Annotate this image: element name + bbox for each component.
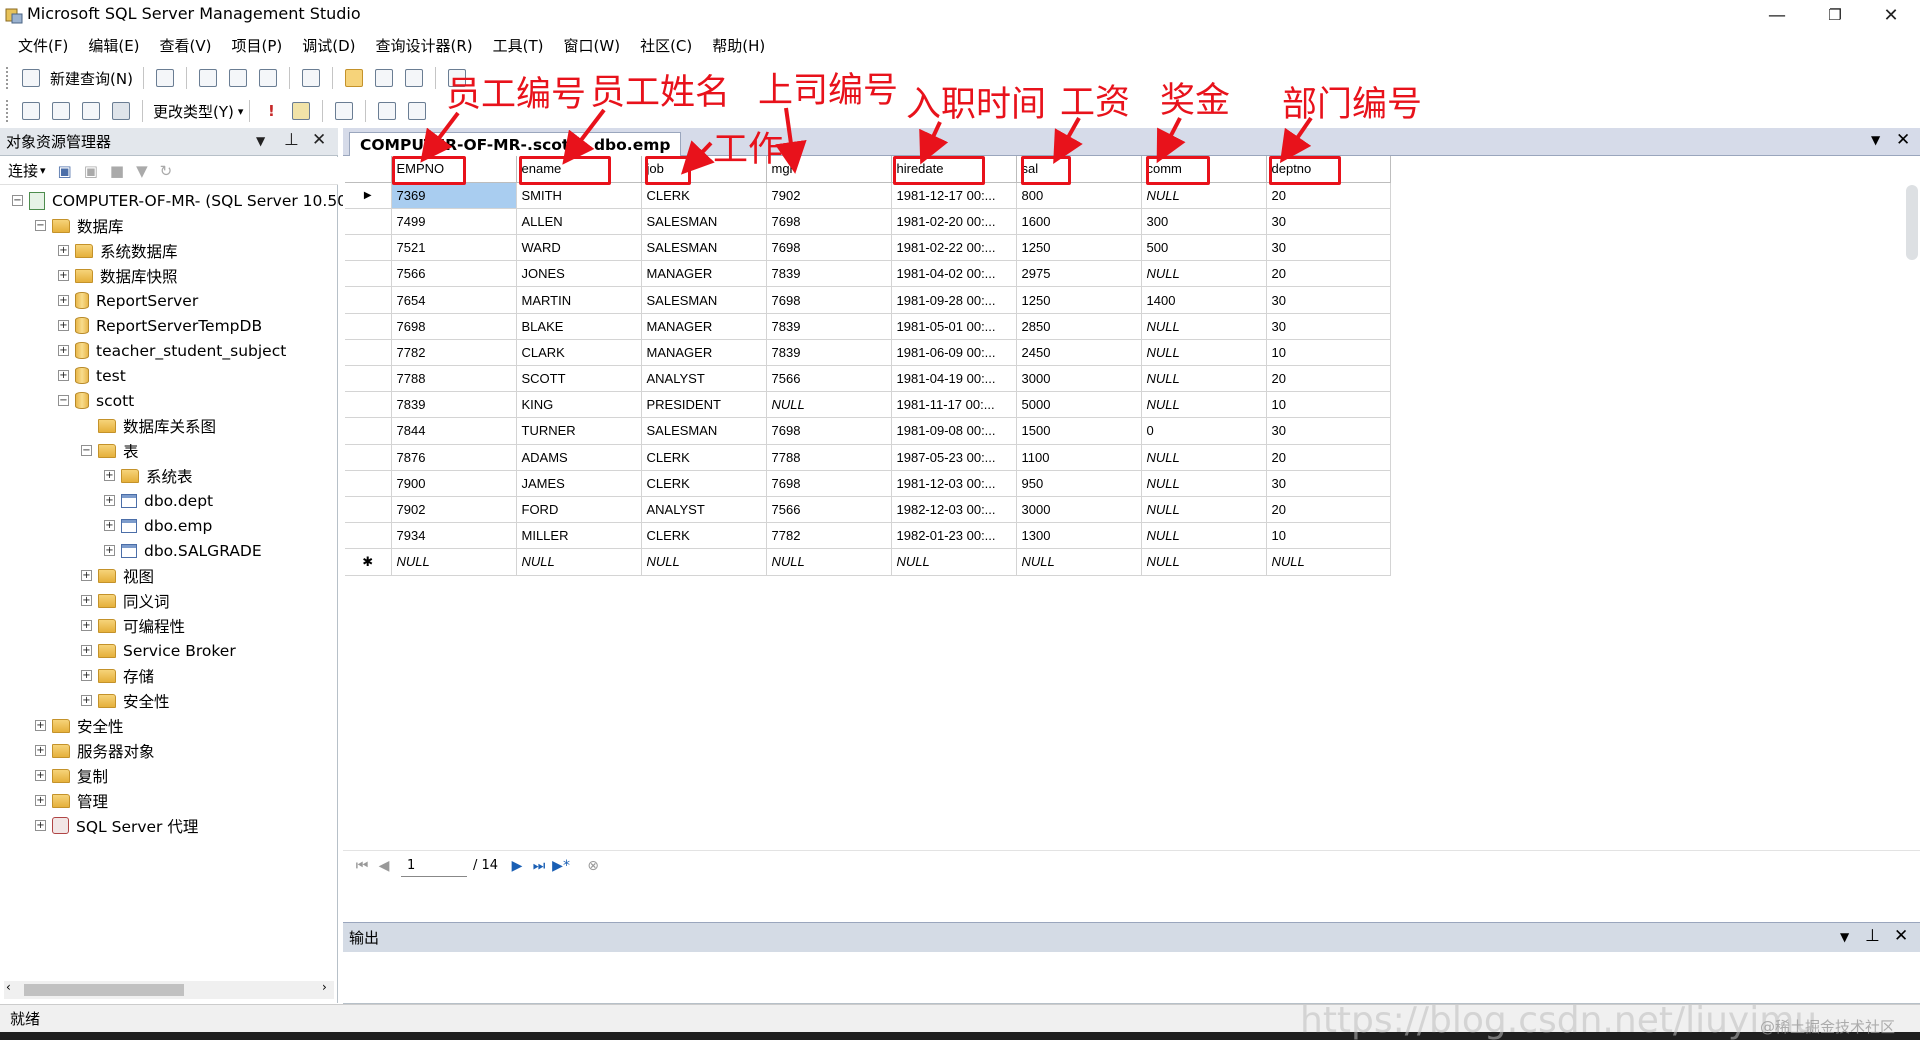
arrow-sal <box>1053 117 1083 164</box>
arrow-deptno <box>1279 116 1313 164</box>
arrow-comm <box>1156 117 1186 164</box>
arrow-hiredate <box>919 121 949 165</box>
arrow-ename <box>562 108 606 165</box>
arrow-job <box>680 140 715 175</box>
annotation-arrows <box>420 107 1313 175</box>
arrow-empno <box>420 111 460 163</box>
arrow-mgr <box>774 107 807 174</box>
